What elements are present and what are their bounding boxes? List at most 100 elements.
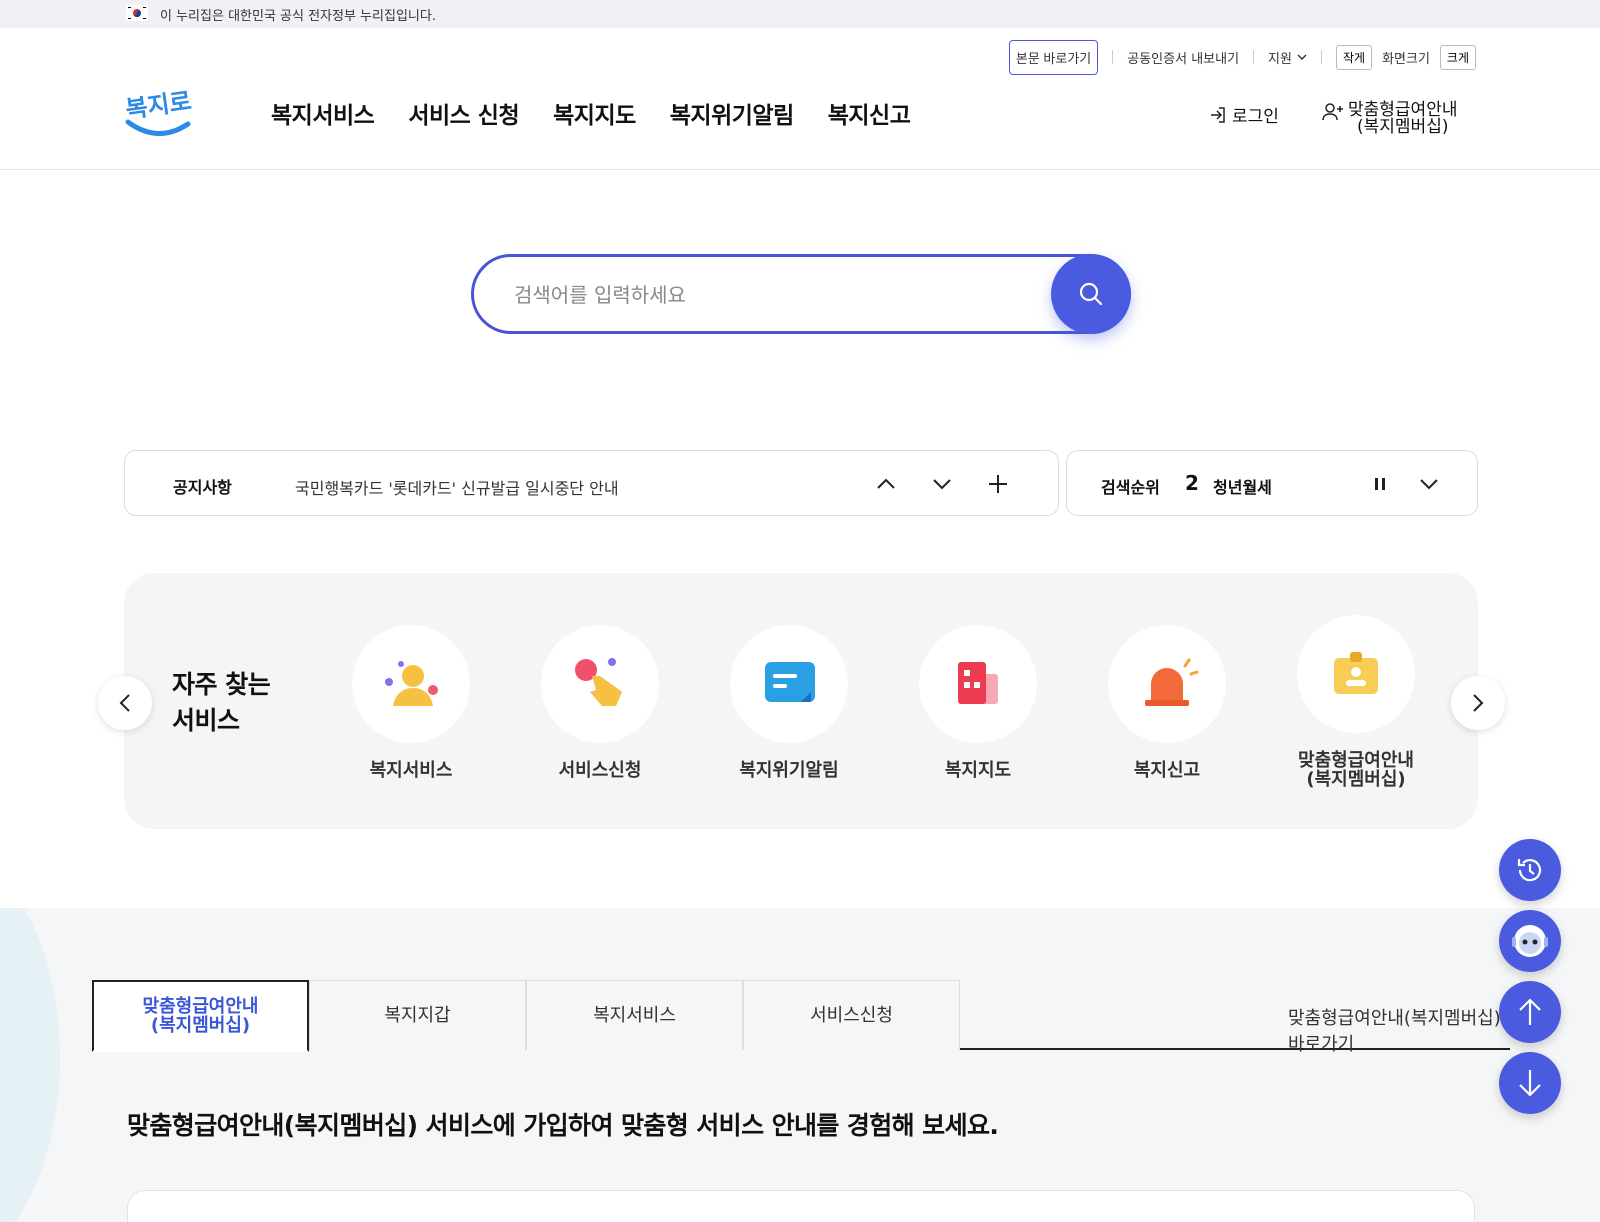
notice-prev-button[interactable]: [871, 469, 901, 499]
chevron-down-icon: [1420, 479, 1438, 490]
chevron-down-icon: [933, 479, 951, 490]
service-card-welfare[interactable]: 복지서비스: [336, 625, 486, 780]
chatbot-icon: [1512, 925, 1548, 957]
divider: [1253, 50, 1255, 64]
search-button[interactable]: [1051, 254, 1131, 334]
service-label: 복지신고: [1133, 760, 1201, 781]
gnb-welfare-map[interactable]: 복지지도: [553, 96, 636, 130]
gnb-crisis-alert[interactable]: 복지위기알림: [670, 96, 794, 130]
scroll-bottom-button[interactable]: [1499, 1052, 1561, 1114]
notice-more-button[interactable]: [983, 469, 1013, 499]
plus-icon: [989, 475, 1007, 493]
bokjiro-logo[interactable]: 복지로: [124, 80, 192, 140]
frequent-title-line2: 서비스: [172, 706, 240, 735]
carousel-prev-button[interactable]: [98, 676, 152, 730]
carousel-next-button[interactable]: [1451, 676, 1505, 730]
korea-flag-icon: [126, 5, 148, 21]
gnb-service-apply[interactable]: 서비스 신청: [408, 96, 519, 130]
search-box: [471, 254, 1131, 334]
screen-size-label: 화면크기: [1382, 51, 1430, 67]
membership-link[interactable]: 맞춤형급여안내 (복지멤버십): [1322, 102, 1457, 136]
user-add-icon: [1322, 103, 1343, 121]
service-icon-circle: [730, 625, 848, 743]
tab-welfare-service[interactable]: 복지서비스: [526, 980, 743, 1050]
ranking-keyword[interactable]: 청년월세: [1213, 474, 1272, 498]
main-navigation: 복지서비스 서비스 신청 복지지도 복지위기알림 복지신고: [271, 96, 911, 130]
login-link[interactable]: 로그인: [1208, 102, 1279, 127]
membership-shortcut-link[interactable]: 맞춤형급여안내(복지멤버십) 바로가기: [1288, 1004, 1510, 1056]
pause-icon: [1375, 478, 1385, 490]
support-label: 지원: [1268, 51, 1292, 67]
service-label: 맞춤형급여안내 (복지멤버십): [1281, 751, 1431, 789]
notice-text[interactable]: 국민행복카드 '롯데카드' 신규발급 일시중단 안내: [295, 475, 619, 499]
svg-text:복지로: 복지로: [124, 87, 192, 124]
notice-bar: 공지사항 국민행복카드 '롯데카드' 신규발급 일시중단 안내: [124, 450, 1059, 516]
membership-section: 맞춤형급여안내 (복지멤버십) 복지지갑 복지서비스 서비스신청 맞춤형급여안내…: [0, 908, 1600, 1222]
support-dropdown[interactable]: 지원: [1268, 48, 1307, 67]
search-icon: [1079, 282, 1103, 306]
gnb-welfare-report[interactable]: 복지신고: [828, 96, 911, 130]
divider: [1320, 50, 1322, 64]
service-label-line1: 맞춤형급여안내: [1298, 750, 1414, 771]
service-label: 복지서비스: [369, 760, 453, 781]
gov-banner: 이 누리집은 대한민국 공식 전자정부 누리집입니다.: [0, 0, 1600, 28]
font-small-button[interactable]: 작게: [1335, 44, 1373, 70]
login-icon: [1211, 106, 1225, 123]
service-icon-circle: [541, 625, 659, 743]
id-card-icon: [1334, 652, 1378, 694]
skip-to-content-button[interactable]: 본문 바로가기: [1008, 39, 1099, 75]
tab-welfare-wallet[interactable]: 복지지갑: [309, 980, 526, 1050]
search-input[interactable]: [514, 281, 1034, 309]
utility-bar: 본문 바로가기 공동인증서 내보내기 지원 작게 화면크기 크게: [1008, 39, 1476, 75]
tab-label-line2: (복지멤버십): [150, 1015, 251, 1036]
chevron-up-icon: [877, 478, 895, 489]
notice-label: 공지사항: [173, 478, 232, 497]
chevron-down-icon: [1297, 54, 1307, 60]
history-icon: [1517, 859, 1542, 882]
service-label-line2: (복지멤버십): [1306, 769, 1406, 790]
site-header: 본문 바로가기 공동인증서 내보내기 지원 작게 화면크기 크게 복지로 복지서…: [0, 28, 1600, 170]
arrow-down-icon: [1519, 1070, 1541, 1097]
frequent-services-title: 자주 찾는 서비스: [172, 667, 271, 739]
membership-label-line2: (복지멤버십): [1357, 117, 1449, 137]
recent-history-button[interactable]: [1499, 839, 1561, 901]
arrow-up-icon: [1519, 998, 1541, 1025]
service-card-map[interactable]: 복지지도: [903, 625, 1053, 780]
service-card-report[interactable]: 복지신고: [1092, 625, 1242, 780]
gnb-welfare-service[interactable]: 복지서비스: [271, 96, 375, 130]
frequent-services: 자주 찾는 서비스 복지서비스 서비스신청 복지위기알림 복지지도 복지신고 맞…: [124, 573, 1478, 829]
login-label: 로그인: [1232, 107, 1279, 127]
service-icon-circle: [1108, 625, 1226, 743]
membership-promo-text: 맞춤형급여안내(복지멤버십) 서비스에 가입하여 맞춤형 서비스 안내를 경험해…: [127, 1111, 999, 1140]
service-label: 복지지도: [944, 760, 1012, 781]
siren-icon: [1145, 658, 1199, 706]
map-building-icon: [958, 662, 998, 704]
font-large-button[interactable]: 크게: [1439, 44, 1476, 70]
service-card-membership[interactable]: 맞춤형급여안내 (복지멤버십): [1281, 615, 1431, 789]
service-icon-circle: [919, 625, 1037, 743]
chevron-right-icon: [1473, 694, 1484, 712]
tab-membership[interactable]: 맞춤형급여안내 (복지멤버십): [92, 980, 309, 1052]
chevron-left-icon: [119, 694, 130, 712]
service-label: 서비스신청: [558, 760, 642, 781]
notice-next-button[interactable]: [927, 469, 957, 499]
ranking-pause-button[interactable]: [1365, 469, 1395, 499]
ranking-label: 검색순위: [1101, 478, 1160, 497]
ranking-number: 2: [1185, 471, 1199, 495]
search-ranking-bar: 검색순위 2 청년월세: [1066, 450, 1478, 516]
person-icon: [385, 661, 438, 706]
cert-export-link[interactable]: 공동인증서 내보내기: [1127, 48, 1239, 67]
service-card-crisis-alert[interactable]: 복지위기알림: [714, 625, 864, 780]
tab-label-line1: 맞춤형급여안내: [142, 996, 259, 1017]
service-icon-circle: [352, 625, 470, 743]
ranking-expand-button[interactable]: [1414, 469, 1444, 499]
service-icon-circle: [1297, 615, 1415, 733]
message-icon: [765, 662, 815, 702]
scroll-top-button[interactable]: [1499, 981, 1561, 1043]
membership-tabs: 맞춤형급여안내 (복지멤버십) 복지지갑 복지서비스 서비스신청 맞춤형급여안내…: [92, 980, 1510, 1055]
tab-service-apply[interactable]: 서비스신청: [743, 980, 960, 1050]
background-decoration: [0, 908, 60, 1222]
service-card-apply[interactable]: 서비스신청: [525, 625, 675, 780]
chatbot-button[interactable]: [1499, 910, 1561, 972]
gov-banner-text: 이 누리집은 대한민국 공식 전자정부 누리집입니다.: [160, 9, 436, 24]
